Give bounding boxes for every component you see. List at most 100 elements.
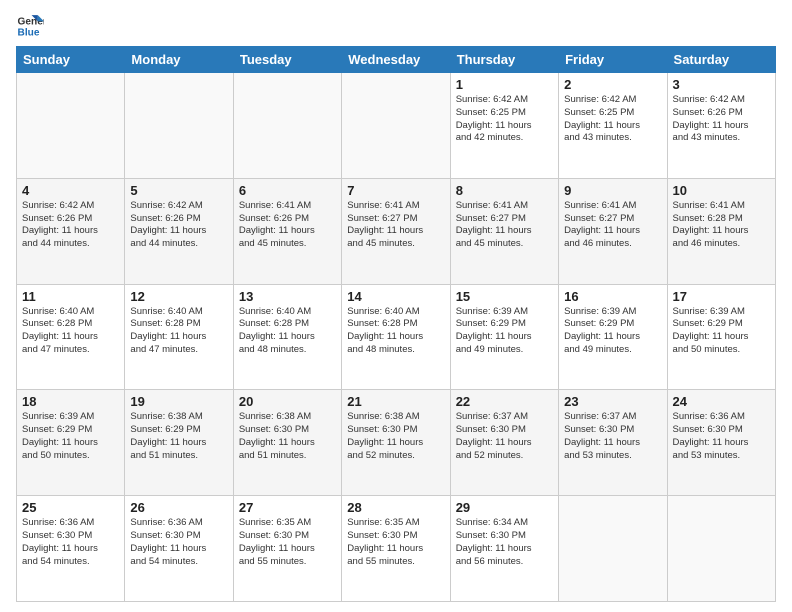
day-info: Sunrise: 6:39 AMSunset: 6:29 PMDaylight:… [22, 411, 119, 462]
day-number: 19 [130, 394, 227, 409]
day-number: 21 [347, 394, 444, 409]
day-info: Sunrise: 6:37 AMSunset: 6:30 PMDaylight:… [456, 411, 553, 462]
calendar-cell: 26 Sunrise: 6:36 AMSunset: 6:30 PMDayligh… [125, 496, 233, 602]
calendar-cell: 23 Sunrise: 6:37 AMSunset: 6:30 PMDayligh… [559, 390, 667, 496]
calendar-col-friday: Friday [559, 47, 667, 73]
day-number: 10 [673, 183, 770, 198]
page-header: General Blue [16, 12, 776, 40]
calendar-cell: 18 Sunrise: 6:39 AMSunset: 6:29 PMDayligh… [17, 390, 125, 496]
day-number: 14 [347, 289, 444, 304]
day-number: 16 [564, 289, 661, 304]
day-info: Sunrise: 6:38 AMSunset: 6:30 PMDaylight:… [347, 411, 444, 462]
calendar-cell: 7Sunrise: 6:41 AMSunset: 6:27 PMDaylight… [342, 178, 450, 284]
calendar-cell: 8 Sunrise: 6:41 AMSunset: 6:27 PMDaylight… [450, 178, 558, 284]
day-info: Sunrise: 6:35 AMSunset: 6:30 PMDaylight:… [239, 517, 336, 568]
calendar-cell: 4 Sunrise: 6:42 AMSunset: 6:26 PMDaylight… [17, 178, 125, 284]
calendar-col-tuesday: Tuesday [233, 47, 341, 73]
day-number: 5 [130, 183, 227, 198]
day-number: 29 [456, 500, 553, 515]
day-number: 24 [673, 394, 770, 409]
day-info: Sunrise: 6:38 AMSunset: 6:29 PMDaylight:… [130, 411, 227, 462]
svg-text:Blue: Blue [18, 27, 40, 38]
day-info: Sunrise: 6:36 AMSunset: 6:30 PMDaylight:… [22, 517, 119, 568]
calendar-cell: 10 Sunrise: 6:41 AMSunset: 6:28 PMDayligh… [667, 178, 775, 284]
day-number: 22 [456, 394, 553, 409]
day-info: Sunrise: 6:39 AMSunset: 6:29 PMDaylight:… [564, 306, 661, 357]
day-number: 2 [564, 77, 661, 92]
calendar-col-thursday: Thursday [450, 47, 558, 73]
day-info: Sunrise: 6:42 AMSunset: 6:25 PMDaylight:… [564, 94, 661, 145]
calendar-cell [342, 73, 450, 179]
day-info: Sunrise: 6:38 AMSunset: 6:30 PMDaylight:… [239, 411, 336, 462]
day-info: Sunrise: 6:41 AMSunset: 6:26 PMDaylight:… [239, 200, 336, 251]
day-info: Sunrise: 6:42 AMSunset: 6:25 PMDaylight:… [456, 94, 553, 145]
calendar-cell: 11Sunrise: 6:40 AMSunset: 6:28 PMDayligh… [17, 284, 125, 390]
calendar-week-row: 1 Sunrise: 6:42 AMSunset: 6:25 PMDaylight… [17, 73, 776, 179]
calendar-col-monday: Monday [125, 47, 233, 73]
day-number: 8 [456, 183, 553, 198]
calendar-week-row: 25 Sunrise: 6:36 AMSunset: 6:30 PMDayligh… [17, 496, 776, 602]
day-number: 25 [22, 500, 119, 515]
day-info: Sunrise: 6:35 AMSunset: 6:30 PMDaylight:… [347, 517, 444, 568]
day-number: 11 [22, 289, 119, 304]
calendar-week-row: 4 Sunrise: 6:42 AMSunset: 6:26 PMDaylight… [17, 178, 776, 284]
day-number: 17 [673, 289, 770, 304]
day-info: Sunrise: 6:40 AMSunset: 6:28 PMDaylight:… [130, 306, 227, 357]
calendar-cell: 22 Sunrise: 6:37 AMSunset: 6:30 PMDayligh… [450, 390, 558, 496]
day-number: 9 [564, 183, 661, 198]
day-number: 28 [347, 500, 444, 515]
calendar-cell: 19 Sunrise: 6:38 AMSunset: 6:29 PMDayligh… [125, 390, 233, 496]
calendar-cell: 16 Sunrise: 6:39 AMSunset: 6:29 PMDayligh… [559, 284, 667, 390]
day-info: Sunrise: 6:41 AMSunset: 6:27 PMDaylight:… [456, 200, 553, 251]
calendar-header-row: SundayMondayTuesdayWednesdayThursdayFrid… [17, 47, 776, 73]
calendar-week-row: 18 Sunrise: 6:39 AMSunset: 6:29 PMDayligh… [17, 390, 776, 496]
calendar-cell [667, 496, 775, 602]
day-number: 27 [239, 500, 336, 515]
day-number: 26 [130, 500, 227, 515]
calendar-cell: 3 Sunrise: 6:42 AMSunset: 6:26 PMDaylight… [667, 73, 775, 179]
logo-icon: General Blue [16, 12, 44, 40]
day-number: 15 [456, 289, 553, 304]
calendar-cell [17, 73, 125, 179]
calendar-cell [233, 73, 341, 179]
day-info: Sunrise: 6:42 AMSunset: 6:26 PMDaylight:… [130, 200, 227, 251]
day-info: Sunrise: 6:41 AMSunset: 6:27 PMDaylight:… [564, 200, 661, 251]
calendar-col-saturday: Saturday [667, 47, 775, 73]
calendar-cell: 27 Sunrise: 6:35 AMSunset: 6:30 PMDayligh… [233, 496, 341, 602]
calendar-cell: 28 Sunrise: 6:35 AMSunset: 6:30 PMDayligh… [342, 496, 450, 602]
day-info: Sunrise: 6:41 AMSunset: 6:28 PMDaylight:… [673, 200, 770, 251]
day-info: Sunrise: 6:40 AMSunset: 6:28 PMDaylight:… [239, 306, 336, 357]
day-number: 6 [239, 183, 336, 198]
day-info: Sunrise: 6:42 AMSunset: 6:26 PMDaylight:… [22, 200, 119, 251]
calendar-cell [125, 73, 233, 179]
day-number: 3 [673, 77, 770, 92]
day-number: 18 [22, 394, 119, 409]
calendar-cell: 21 Sunrise: 6:38 AMSunset: 6:30 PMDayligh… [342, 390, 450, 496]
calendar-cell: 20Sunrise: 6:38 AMSunset: 6:30 PMDayligh… [233, 390, 341, 496]
day-info: Sunrise: 6:40 AMSunset: 6:28 PMDaylight:… [347, 306, 444, 357]
calendar-cell: 25 Sunrise: 6:36 AMSunset: 6:30 PMDayligh… [17, 496, 125, 602]
logo: General Blue [16, 12, 48, 40]
calendar-cell: 29 Sunrise: 6:34 AMSunset: 6:30 PMDayligh… [450, 496, 558, 602]
day-number: 4 [22, 183, 119, 198]
day-info: Sunrise: 6:34 AMSunset: 6:30 PMDaylight:… [456, 517, 553, 568]
calendar-cell: 14 Sunrise: 6:40 AMSunset: 6:28 PMDayligh… [342, 284, 450, 390]
calendar-cell [559, 496, 667, 602]
day-info: Sunrise: 6:36 AMSunset: 6:30 PMDaylight:… [673, 411, 770, 462]
day-info: Sunrise: 6:36 AMSunset: 6:30 PMDaylight:… [130, 517, 227, 568]
day-info: Sunrise: 6:42 AMSunset: 6:26 PMDaylight:… [673, 94, 770, 145]
calendar-cell: 5 Sunrise: 6:42 AMSunset: 6:26 PMDaylight… [125, 178, 233, 284]
day-info: Sunrise: 6:41 AMSunset: 6:27 PMDaylight:… [347, 200, 444, 251]
calendar-col-sunday: Sunday [17, 47, 125, 73]
calendar-cell: 9 Sunrise: 6:41 AMSunset: 6:27 PMDaylight… [559, 178, 667, 284]
calendar-cell: 6 Sunrise: 6:41 AMSunset: 6:26 PMDaylight… [233, 178, 341, 284]
calendar-cell: 13 Sunrise: 6:40 AMSunset: 6:28 PMDayligh… [233, 284, 341, 390]
day-number: 23 [564, 394, 661, 409]
day-info: Sunrise: 6:39 AMSunset: 6:29 PMDaylight:… [456, 306, 553, 357]
day-info: Sunrise: 6:37 AMSunset: 6:30 PMDaylight:… [564, 411, 661, 462]
calendar-week-row: 11 Sunrise: 6:40 AMSunset: 6:28 PMDayligh… [17, 284, 776, 390]
calendar-cell: 12 Sunrise: 6:40 AMSunset: 6:28 PMDayligh… [125, 284, 233, 390]
day-number: 1 [456, 77, 553, 92]
day-number: 13 [239, 289, 336, 304]
day-number: 12 [130, 289, 227, 304]
